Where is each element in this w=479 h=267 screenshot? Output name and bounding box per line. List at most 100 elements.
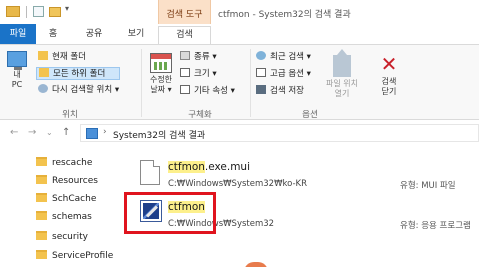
properties-icon[interactable]	[33, 6, 44, 17]
quick-access-dropdown-icon[interactable]: ▾	[65, 4, 69, 13]
this-pc-label-1: 내	[13, 70, 21, 79]
ribbon: 내 PC 현재 폴더 모든 하위 폴더 다시 검색할 위치 ▾ 위치 수정한 날…	[0, 44, 479, 120]
advanced-options-button[interactable]: 고급 옵션 ▾	[256, 68, 311, 81]
kind-icon	[180, 51, 190, 60]
date-modified-button[interactable]: 수정한 날짜 ▾	[144, 53, 178, 95]
tree-item-label: rescache	[52, 158, 93, 168]
tree-item-label: schemas	[52, 212, 92, 222]
advanced-options-icon	[256, 68, 266, 77]
folder-icon	[36, 193, 47, 202]
new-folder-icon[interactable]	[49, 7, 61, 17]
other-properties-button[interactable]: 기타 속성 ▾	[180, 85, 235, 98]
size-icon	[180, 68, 190, 77]
address-path: System32의 검색 결과	[113, 131, 206, 141]
kind-button[interactable]: 종류 ▾	[180, 51, 217, 64]
open-location-label-1: 파일 위치	[326, 79, 358, 88]
open-location-icon	[333, 49, 351, 77]
location-group-label: 위치	[62, 110, 78, 120]
folder-icon	[36, 250, 47, 259]
date-modified-label-1: 수정한	[149, 75, 173, 84]
tree-item[interactable]: security	[36, 228, 88, 246]
open-location-label-2: 열기	[334, 89, 350, 98]
properties-icon	[180, 85, 190, 94]
save-icon	[256, 85, 266, 94]
ribbon-tabs: 파일 홈 공유 보기 검색	[0, 24, 479, 44]
recent-searches-label: 최근 검색 ▾	[270, 52, 311, 62]
open-file-location-button[interactable]: 파일 위치 열기	[320, 49, 364, 99]
tree-item[interactable]: schemas	[36, 208, 92, 226]
recent-searches-icon	[256, 51, 266, 60]
tree-item-label: security	[52, 232, 88, 242]
tree-item[interactable]: rescache	[36, 154, 92, 172]
close-search-button[interactable]: ✕ 검색 닫기	[374, 53, 404, 97]
advanced-options-label: 고급 옵션 ▾	[270, 69, 311, 79]
other-properties-label: 기타 속성 ▾	[194, 86, 235, 96]
title-bar: ▾ 검색 도구 ctfmon - System32의 검색 결과	[0, 0, 479, 26]
all-subfolders-button[interactable]: 모든 하위 폴더	[36, 67, 120, 80]
address-bar-row: ← → ⌄ ↑ › System32의 검색 결과	[0, 120, 479, 146]
tree-item[interactable]: Resources	[36, 172, 98, 190]
this-pc-label-2: PC	[11, 80, 23, 89]
date-modified-label-2: 날짜 ▾	[150, 85, 172, 94]
search-tools-context-header: 검색 도구	[158, 0, 211, 26]
divider	[26, 6, 27, 18]
subfolders-icon	[39, 68, 49, 77]
search-tools-label: 검색 도구	[166, 10, 203, 20]
result-type: 유형: MUI 파일	[400, 181, 456, 191]
this-pc-button[interactable]: 내 PC	[4, 49, 30, 90]
search-icon	[38, 84, 48, 93]
navigation-pane: rescache Resources SchCache schemas secu…	[0, 146, 116, 267]
tab-file[interactable]: 파일	[0, 24, 36, 44]
search-again-button[interactable]: 다시 검색할 위치 ▾	[38, 84, 119, 97]
recent-searches-button[interactable]: 최근 검색 ▾	[256, 51, 311, 64]
window-title: ctfmon - System32의 검색 결과	[218, 10, 351, 20]
result-type: 유형: 응용 프로그램	[400, 221, 471, 231]
tree-item[interactable]: ServiceProfile	[36, 247, 113, 265]
search-results: ctfmon.exe.mui C:₩Windows₩System32₩ko-KR…	[118, 146, 479, 267]
tree-item[interactable]: SchCache	[36, 190, 96, 208]
tab-share[interactable]: 공유	[76, 26, 112, 44]
result-path: C:₩Windows₩System32₩ko-KR	[168, 179, 307, 189]
folder-icon	[6, 6, 20, 17]
forward-icon[interactable]: →	[28, 127, 36, 138]
divider	[141, 49, 142, 117]
divider	[250, 49, 251, 117]
tab-search[interactable]: 검색	[158, 26, 211, 44]
tree-item-label: Resources	[52, 176, 98, 186]
all-subfolders-label: 모든 하위 폴더	[53, 69, 106, 79]
size-label: 크기 ▾	[194, 69, 217, 79]
annotation-highlight-box	[124, 192, 216, 234]
result-name-match: ctfmon	[168, 161, 205, 173]
tab-home[interactable]: 홈	[38, 26, 68, 44]
calendar-icon	[150, 53, 172, 73]
tree-item-label: SchCache	[52, 194, 97, 204]
back-icon[interactable]: ←	[10, 127, 18, 138]
address-bar[interactable]: › System32의 검색 결과	[80, 124, 479, 142]
current-folder-button[interactable]: 현재 폴더	[38, 51, 86, 64]
result-name: ctfmon.exe.mui	[168, 161, 250, 173]
close-search-label-1: 검색	[381, 77, 397, 86]
folder-icon	[38, 51, 48, 60]
save-search-button[interactable]: 검색 저장	[256, 85, 304, 98]
kind-label: 종류 ▾	[194, 52, 217, 62]
computer-icon	[7, 51, 27, 70]
up-icon[interactable]: ↑	[62, 127, 70, 138]
close-icon: ✕	[380, 52, 398, 76]
close-search-label-2: 닫기	[381, 87, 397, 96]
tree-item-label: ServiceProfile	[52, 251, 114, 261]
search-results-icon	[86, 128, 98, 139]
search-again-label: 다시 검색할 위치 ▾	[52, 85, 120, 95]
result-name-rest: .exe.mui	[204, 161, 251, 173]
current-folder-label: 현재 폴더	[52, 52, 86, 62]
save-search-label: 검색 저장	[270, 86, 304, 96]
folder-icon	[36, 175, 47, 184]
size-button[interactable]: 크기 ▾	[180, 68, 217, 81]
folder-icon	[36, 211, 47, 220]
document-icon	[140, 160, 160, 185]
folder-icon	[36, 157, 47, 166]
folder-icon	[36, 231, 47, 240]
tab-view[interactable]: 보기	[118, 26, 154, 44]
breadcrumb-chevron-icon[interactable]: ›	[103, 127, 107, 137]
chevron-down-icon[interactable]: ⌄	[46, 128, 53, 137]
options-group-label: 옵션	[302, 110, 318, 120]
